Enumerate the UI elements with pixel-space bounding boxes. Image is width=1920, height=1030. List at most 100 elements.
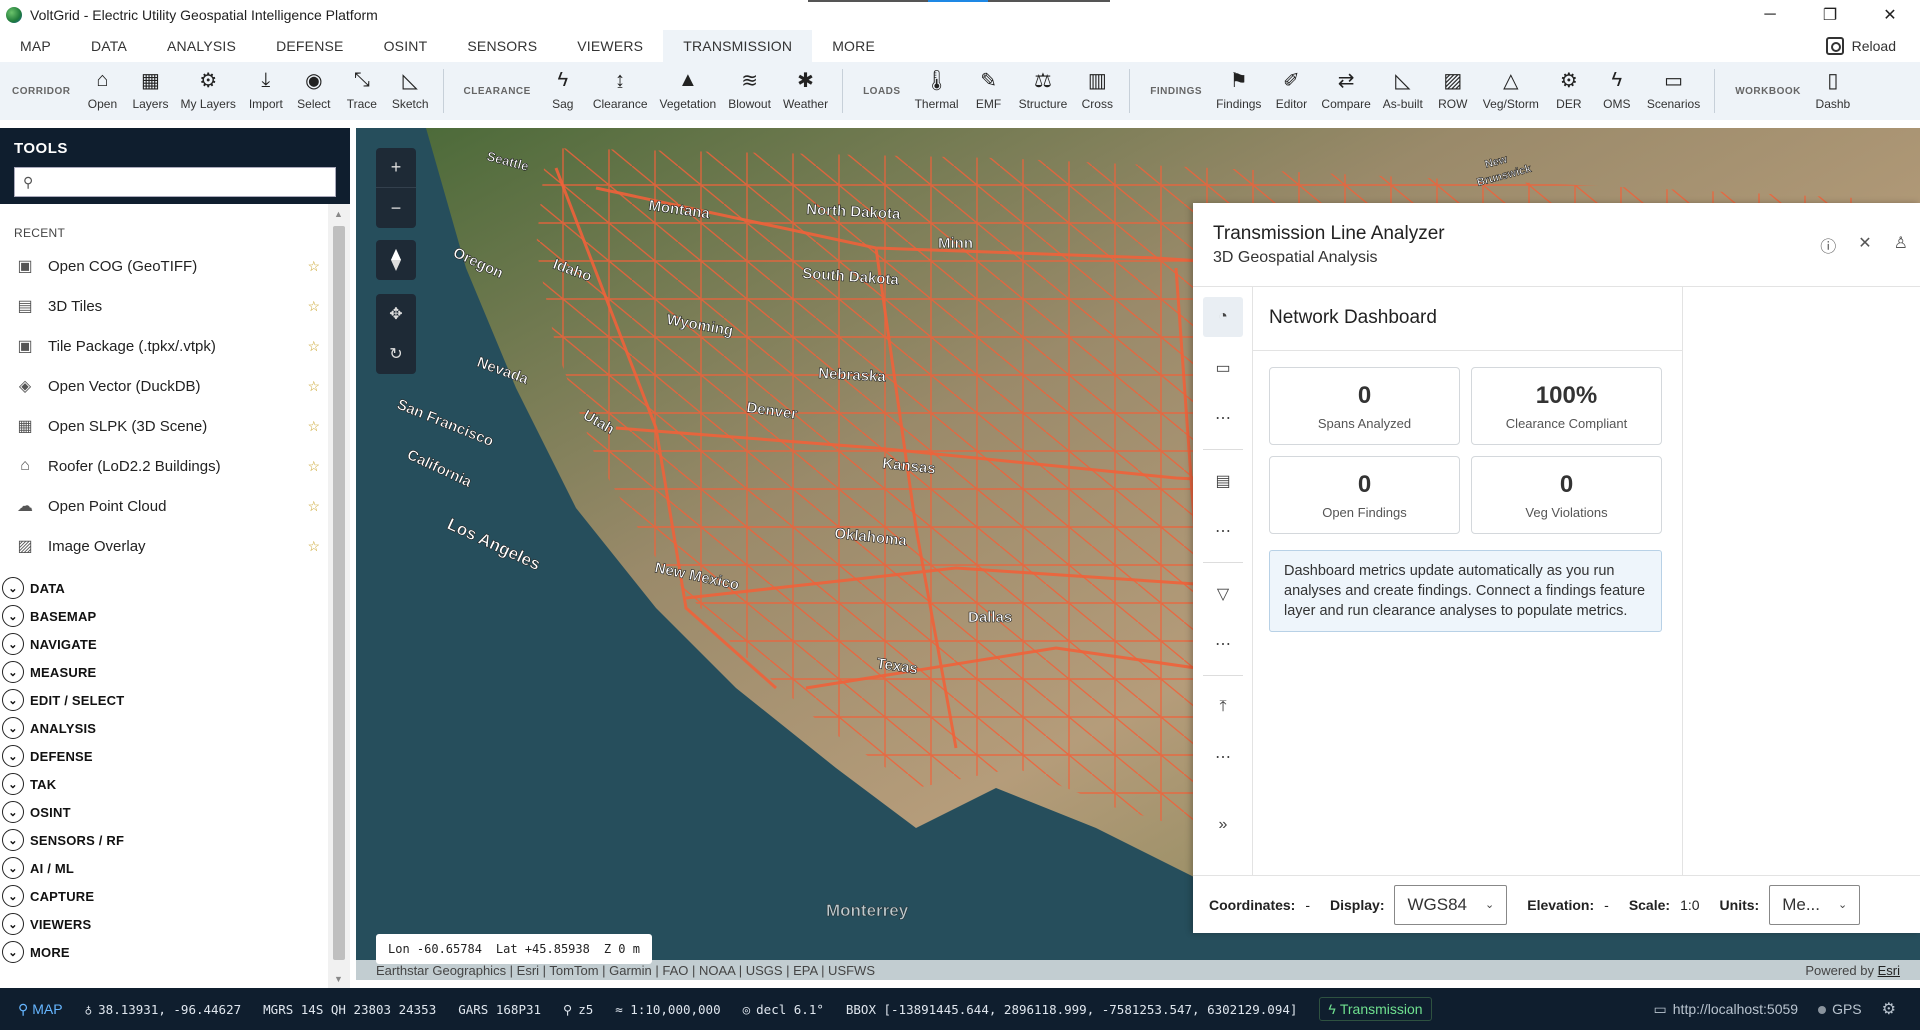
as-built-button[interactable]: ◺ As-built bbox=[1377, 63, 1429, 119]
upload-icon[interactable]: ⤒ bbox=[1193, 682, 1253, 732]
weather-button[interactable]: ✱ Weather bbox=[777, 63, 834, 119]
pan-icon[interactable]: ✥ bbox=[376, 294, 416, 334]
sag-button[interactable]: ϟ Sag bbox=[539, 63, 587, 119]
dashboard-button[interactable]: ▯ Dashb bbox=[1809, 63, 1857, 119]
category-measure[interactable]: ⌄ MEASURE bbox=[0, 658, 328, 686]
filter-icon[interactable]: ▽ bbox=[1193, 569, 1253, 619]
units-select[interactable]: Me... ⌄ bbox=[1769, 884, 1861, 925]
category-edit-select[interactable]: ⌄ EDIT / SELECT bbox=[0, 686, 328, 714]
minimize-button[interactable]: ─ bbox=[1740, 0, 1800, 30]
esri-link[interactable]: Esri bbox=[1878, 963, 1900, 978]
menu-defense[interactable]: DEFENSE bbox=[256, 30, 364, 62]
expand-icon[interactable]: » bbox=[1193, 800, 1253, 850]
workspace-badge[interactable]: ϟ Transmission bbox=[1319, 997, 1432, 1021]
category-data[interactable]: ⌄ DATA bbox=[0, 574, 328, 602]
category-basemap[interactable]: ⌄ BASEMAP bbox=[0, 602, 328, 630]
trace-button[interactable]: ⤡ Trace bbox=[338, 63, 386, 119]
category-defense[interactable]: ⌄ DEFENSE bbox=[0, 742, 328, 770]
star-icon[interactable]: ☆ bbox=[307, 458, 320, 475]
tools-search[interactable]: ⚲ bbox=[14, 167, 336, 197]
import-button[interactable]: ⤓ Import bbox=[242, 63, 290, 119]
recent-item[interactable]: ▣ Tile Package (.tpkx/.vtpk) ☆ bbox=[0, 326, 328, 366]
scenarios-button[interactable]: ▭ Scenarios bbox=[1641, 63, 1706, 119]
more-icon[interactable]: ⋯ bbox=[1193, 619, 1253, 669]
zoom-in-button[interactable]: + bbox=[376, 148, 416, 188]
row-button[interactable]: ▨ ROW bbox=[1429, 63, 1477, 119]
star-icon[interactable]: ☆ bbox=[307, 338, 320, 355]
compare-button[interactable]: ⇄ Compare bbox=[1315, 63, 1376, 119]
emf-button[interactable]: ✎ EMF bbox=[965, 63, 1013, 119]
more-icon[interactable]: ⋯ bbox=[1193, 506, 1253, 556]
menu-more[interactable]: MORE bbox=[812, 30, 895, 62]
ruler-icon[interactable]: ▭ bbox=[1193, 343, 1253, 393]
category-capture[interactable]: ⌄ CAPTURE bbox=[0, 882, 328, 910]
close-button[interactable]: ✕ bbox=[1860, 0, 1920, 30]
star-icon[interactable]: ☆ bbox=[307, 258, 320, 275]
category-osint[interactable]: ⌄ OSINT bbox=[0, 798, 328, 826]
menu-analysis[interactable]: ANALYSIS bbox=[147, 30, 256, 62]
scroll-down-icon[interactable]: ▼ bbox=[334, 974, 343, 984]
compass-button[interactable] bbox=[376, 240, 416, 280]
maximize-button[interactable]: ❐ bbox=[1800, 0, 1860, 30]
recent-item[interactable]: ▣ Open COG (GeoTIFF) ☆ bbox=[0, 246, 328, 286]
recent-item[interactable]: ▤ 3D Tiles ☆ bbox=[0, 286, 328, 326]
menu-transmission[interactable]: TRANSMISSION bbox=[663, 30, 813, 62]
recent-item[interactable]: ◈ Open Vector (DuckDB) ☆ bbox=[0, 366, 328, 406]
dashboard-gauge-icon[interactable]: ◔ bbox=[1203, 297, 1243, 337]
oms-button[interactable]: ϟ OMS bbox=[1593, 63, 1641, 119]
cross-button[interactable]: ▥ Cross bbox=[1073, 63, 1121, 119]
rotate-icon[interactable]: ↻ bbox=[376, 334, 416, 374]
my-layers-button[interactable]: ⚙ My Layers bbox=[174, 63, 241, 119]
thermal-button[interactable]: 🌡 Thermal bbox=[909, 63, 965, 119]
vector-icon: ◈ bbox=[18, 378, 32, 395]
category-analysis[interactable]: ⌄ ANALYSIS bbox=[0, 714, 328, 742]
clipboard-icon[interactable]: ▤ bbox=[1193, 456, 1253, 506]
more-icon[interactable]: ⋯ bbox=[1193, 393, 1253, 443]
reload-button[interactable]: Reload bbox=[1825, 30, 1896, 62]
category-navigate[interactable]: ⌄ NAVIGATE bbox=[0, 630, 328, 658]
star-icon[interactable]: ☆ bbox=[307, 378, 320, 395]
menu-map[interactable]: MAP bbox=[0, 30, 71, 62]
recent-item[interactable]: ⌂ Roofer (LoD2.2 Buildings) ☆ bbox=[0, 446, 328, 486]
vegetation-button[interactable]: ▲ Vegetation bbox=[654, 63, 723, 119]
clearance-button[interactable]: ↨ Clearance bbox=[587, 63, 654, 119]
close-icon[interactable]: ✕ bbox=[1858, 233, 1871, 257]
star-icon[interactable]: ☆ bbox=[307, 498, 320, 515]
open-button[interactable]: ⌂ Open bbox=[78, 63, 126, 119]
recent-item[interactable]: ▨ Image Overlay ☆ bbox=[0, 526, 328, 566]
category-more[interactable]: ⌄ MORE bbox=[0, 938, 328, 966]
zoom-out-button[interactable]: − bbox=[376, 188, 416, 228]
category-sensors-rf[interactable]: ⌄ SENSORS / RF bbox=[0, 826, 328, 854]
category-tak[interactable]: ⌄ TAK bbox=[0, 770, 328, 798]
recent-item[interactable]: ☁ Open Point Cloud ☆ bbox=[0, 486, 328, 526]
structure-button[interactable]: ⚖ Structure bbox=[1013, 63, 1074, 119]
menu-viewers[interactable]: VIEWERS bbox=[557, 30, 663, 62]
sketch-button[interactable]: ◺ Sketch bbox=[386, 63, 435, 119]
layers-button[interactable]: ▦ Layers bbox=[126, 63, 174, 119]
scroll-up-icon[interactable]: ▲ bbox=[334, 209, 343, 219]
menu-sensors[interactable]: SENSORS bbox=[447, 30, 557, 62]
star-icon[interactable]: ☆ bbox=[307, 538, 320, 555]
star-icon[interactable]: ☆ bbox=[307, 418, 320, 435]
user-icon[interactable]: ♙ bbox=[1894, 233, 1908, 257]
menu-osint[interactable]: OSINT bbox=[364, 30, 448, 62]
menu-data[interactable]: DATA bbox=[71, 30, 147, 62]
select-button[interactable]: ◉ Select bbox=[290, 63, 338, 119]
blowout-button[interactable]: ≋ Blowout bbox=[722, 63, 777, 119]
sidebar-scrollbar[interactable]: ▲ ▼ bbox=[328, 204, 350, 988]
tools-search-input[interactable] bbox=[39, 169, 335, 195]
more-icon[interactable]: ⋯ bbox=[1193, 732, 1253, 782]
recent-item[interactable]: ▦ Open SLPK (3D Scene) ☆ bbox=[0, 406, 328, 446]
help-icon[interactable]: ⓘ bbox=[1820, 233, 1836, 257]
display-select[interactable]: WGS84 ⌄ bbox=[1394, 884, 1508, 925]
veg-storm-button[interactable]: △ Veg/Storm bbox=[1477, 63, 1545, 119]
findings-button[interactable]: ⚑ Findings bbox=[1210, 63, 1267, 119]
der-button[interactable]: ⚙ DER bbox=[1545, 63, 1593, 119]
mode-indicator[interactable]: ⚲ MAP bbox=[18, 1001, 63, 1018]
scrollbar-thumb[interactable] bbox=[333, 226, 345, 960]
star-icon[interactable]: ☆ bbox=[307, 298, 320, 315]
category-ai-ml[interactable]: ⌄ AI / ML bbox=[0, 854, 328, 882]
settings-icon[interactable]: ⚙ bbox=[1882, 999, 1896, 1019]
category-viewers[interactable]: ⌄ VIEWERS bbox=[0, 910, 328, 938]
editor-button[interactable]: ✐ Editor bbox=[1267, 63, 1315, 119]
